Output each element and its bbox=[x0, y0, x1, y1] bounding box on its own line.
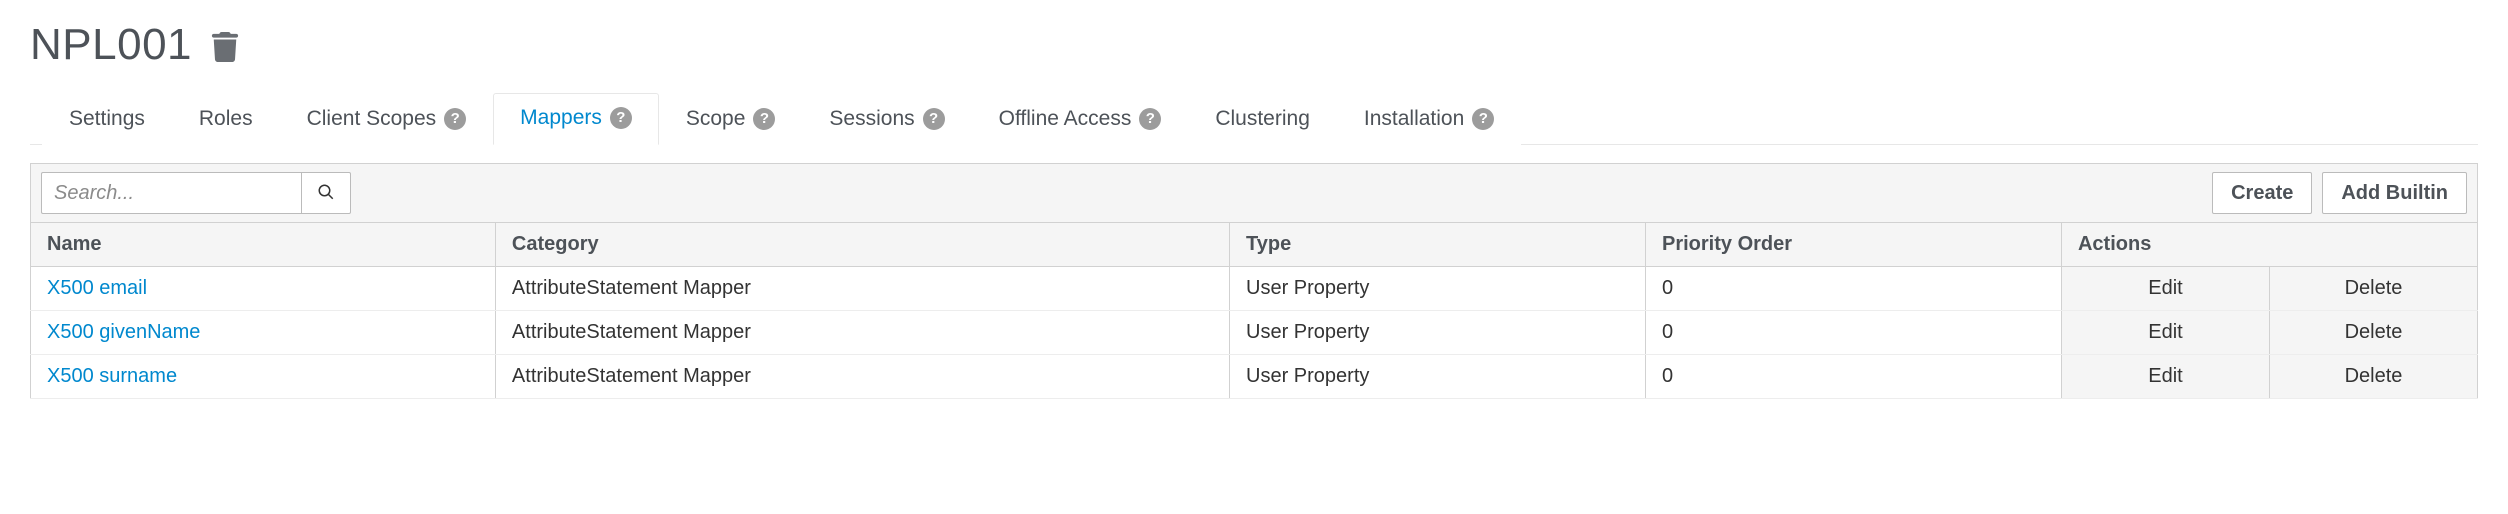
help-icon[interactable]: ? bbox=[923, 108, 945, 130]
delete-button[interactable]: Delete bbox=[2269, 311, 2477, 355]
table-header-row: Name Category Type Priority Order Action… bbox=[31, 223, 2478, 267]
cell-category: AttributeStatement Mapper bbox=[495, 267, 1229, 311]
mapper-link[interactable]: X500 email bbox=[47, 277, 147, 299]
tab-label: Sessions bbox=[829, 107, 914, 131]
add-builtin-button[interactable]: Add Builtin bbox=[2322, 172, 2467, 214]
tab-label: Scope bbox=[686, 107, 746, 131]
help-icon[interactable]: ? bbox=[610, 107, 632, 129]
table-row: X500 email AttributeStatement MapperUser … bbox=[31, 267, 2478, 311]
cell-type: User Property bbox=[1230, 267, 1646, 311]
help-icon[interactable]: ? bbox=[1472, 108, 1494, 130]
mapper-link[interactable]: X500 givenName bbox=[47, 321, 200, 343]
col-type[interactable]: Type bbox=[1230, 223, 1646, 267]
table-row: X500 givenName AttributeStatement MapperU… bbox=[31, 311, 2478, 355]
edit-button[interactable]: Edit bbox=[2061, 311, 2269, 355]
help-icon[interactable]: ? bbox=[444, 108, 466, 130]
tab-label: Settings bbox=[69, 107, 145, 131]
delete-button[interactable]: Delete bbox=[2269, 355, 2477, 399]
tab-sessions[interactable]: Sessions? bbox=[802, 93, 971, 145]
tab-scope[interactable]: Scope? bbox=[659, 93, 803, 145]
cell-priority: 0 bbox=[1646, 267, 2062, 311]
tab-installation[interactable]: Installation? bbox=[1337, 93, 1521, 145]
tab-label: Roles bbox=[199, 107, 253, 131]
tab-offline-access[interactable]: Offline Access? bbox=[972, 93, 1189, 145]
cell-type: User Property bbox=[1230, 355, 1646, 399]
mappers-table: Name Category Type Priority Order Action… bbox=[30, 222, 2478, 399]
delete-button[interactable]: Delete bbox=[2269, 267, 2477, 311]
search-group bbox=[41, 172, 351, 214]
help-icon[interactable]: ? bbox=[1139, 108, 1161, 130]
search-icon bbox=[317, 183, 335, 204]
page-heading: NPL001 bbox=[30, 20, 2478, 70]
table-row: X500 surname AttributeStatement MapperUse… bbox=[31, 355, 2478, 399]
col-actions: Actions bbox=[2061, 223, 2477, 267]
tab-mappers[interactable]: Mappers? bbox=[493, 93, 659, 145]
toolbar: Create Add Builtin bbox=[30, 163, 2478, 222]
mapper-link[interactable]: X500 surname bbox=[47, 365, 177, 387]
edit-button[interactable]: Edit bbox=[2061, 267, 2269, 311]
tab-label: Client Scopes bbox=[307, 107, 437, 131]
trash-icon[interactable] bbox=[210, 32, 240, 62]
cell-type: User Property bbox=[1230, 311, 1646, 355]
cell-priority: 0 bbox=[1646, 311, 2062, 355]
create-button[interactable]: Create bbox=[2212, 172, 2312, 214]
tab-label: Offline Access bbox=[999, 107, 1132, 131]
col-name[interactable]: Name bbox=[31, 223, 496, 267]
help-icon[interactable]: ? bbox=[753, 108, 775, 130]
tab-label: Clustering bbox=[1215, 107, 1310, 131]
tab-roles[interactable]: Roles bbox=[172, 93, 280, 145]
cell-category: AttributeStatement Mapper bbox=[495, 311, 1229, 355]
search-button[interactable] bbox=[301, 172, 351, 214]
col-priority[interactable]: Priority Order bbox=[1646, 223, 2062, 267]
page-title: NPL001 bbox=[30, 20, 192, 70]
tab-settings[interactable]: Settings bbox=[42, 93, 172, 145]
tab-clustering[interactable]: Clustering bbox=[1188, 93, 1337, 145]
cell-category: AttributeStatement Mapper bbox=[495, 355, 1229, 399]
search-input[interactable] bbox=[41, 172, 301, 214]
tab-label: Installation bbox=[1364, 107, 1464, 131]
tabs-bar: SettingsRolesClient Scopes?Mappers?Scope… bbox=[30, 92, 2478, 145]
edit-button[interactable]: Edit bbox=[2061, 355, 2269, 399]
cell-priority: 0 bbox=[1646, 355, 2062, 399]
tab-label: Mappers bbox=[520, 106, 602, 130]
col-category[interactable]: Category bbox=[495, 223, 1229, 267]
tab-client-scopes[interactable]: Client Scopes? bbox=[280, 93, 494, 145]
